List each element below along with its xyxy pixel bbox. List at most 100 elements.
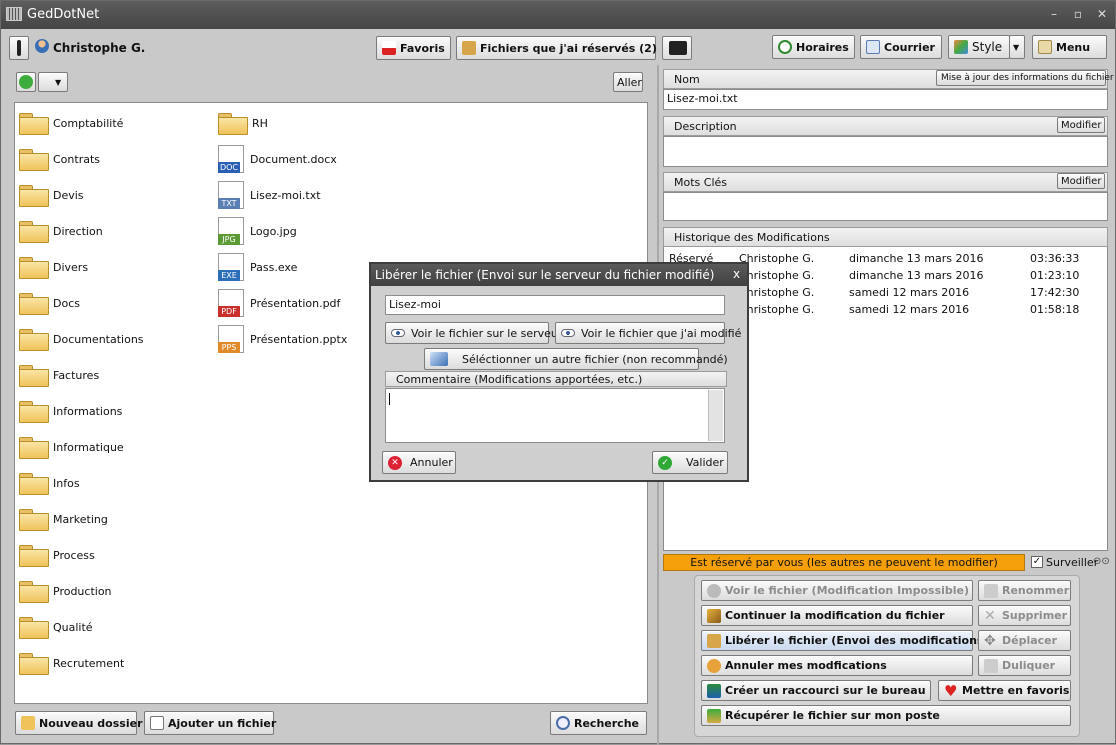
user-menu-button[interactable] (9, 36, 29, 60)
history-time: 17:42:30 (1030, 286, 1080, 299)
view-server-file-label: Voir le fichier sur le serveur (411, 326, 563, 340)
rename-icon (984, 583, 998, 598)
view-modified-file-label: Voir le fichier que j'ai modifié (581, 326, 742, 340)
create-shortcut-label: Créer un raccourci sur le bureau (725, 684, 926, 697)
keywords-label: Mots Clés (674, 176, 727, 189)
comment-textarea[interactable] (385, 388, 725, 443)
view-modified-file-button[interactable]: Voir le fichier que j'ai modifié (555, 322, 741, 344)
select-other-file-button[interactable]: Séléctionner un autre fichier (non recom… (424, 348, 728, 370)
update-info-button[interactable]: Mise à jour des informations du fichier (936, 70, 1114, 86)
path-dropdown-button[interactable]: ▼ (38, 72, 68, 92)
download-icon (707, 708, 721, 723)
minimize-icon[interactable]: – (1047, 7, 1061, 21)
dialog-close-icon[interactable]: x (733, 267, 740, 281)
file-item[interactable]: JPG Logo.jpg (218, 217, 297, 245)
rename-button[interactable]: Renommer (978, 580, 1071, 601)
download-file-button[interactable]: Récupérer le fichier sur mon poste (701, 705, 1071, 726)
duplicate-label: Duliquer (1002, 659, 1056, 672)
folder-item[interactable]: Direction (19, 220, 103, 243)
go-button[interactable]: Aller (613, 72, 643, 92)
file-item[interactable]: PDF Présentation.pdf (218, 289, 341, 317)
close-icon[interactable]: ✕ (1095, 7, 1109, 21)
continue-edit-label: Continuer la modification du fichier (725, 609, 945, 622)
lock-icon (462, 41, 476, 55)
history-time: 01:23:10 (1030, 269, 1080, 282)
search-button[interactable]: Recherche (550, 711, 647, 735)
folder-name: Marketing (53, 512, 108, 526)
description-field[interactable] (663, 136, 1108, 167)
tie-icon (17, 40, 21, 56)
edit-description-button[interactable]: Modifier (1057, 117, 1105, 133)
folder-icon (19, 185, 49, 207)
file-item[interactable]: PPS Présentation.pptx (218, 325, 347, 353)
favorites-button[interactable]: Favoris (376, 36, 451, 60)
delete-button[interactable]: ✕ Supprimer (978, 605, 1071, 626)
dialog-file-name-field[interactable]: Lisez-moi (385, 295, 725, 315)
edit-keywords-button[interactable]: Modifier (1057, 173, 1105, 189)
folder-item[interactable]: Recrutement (19, 652, 124, 675)
view-file-button[interactable]: Voir le fichier (Modification Impossible… (701, 580, 973, 601)
watch-checkbox[interactable]: ✓ (1031, 556, 1043, 568)
dialog-cancel-label: Annuler (410, 456, 453, 469)
release-file-button[interactable]: Libérer le fichier (Envoi des modificati… (701, 630, 988, 651)
file-item[interactable]: DOC Document.docx (218, 145, 337, 173)
keywords-field[interactable] (663, 192, 1108, 221)
add-file-label: Ajouter un fichier (168, 716, 277, 730)
duplicate-button[interactable]: Duliquer (978, 655, 1071, 676)
folder-item[interactable]: Divers (19, 256, 88, 279)
folder-item[interactable]: Infos (19, 472, 80, 495)
description-label: Description (674, 120, 737, 133)
continue-edit-button[interactable]: Continuer la modification du fichier (701, 605, 973, 626)
add-favorite-button[interactable]: ♥ Mettre en favoris (938, 680, 1071, 701)
folder-item[interactable]: Informatique (19, 436, 124, 459)
file-type-tag: EXE (218, 270, 240, 281)
mail-button[interactable]: Courrier (860, 35, 942, 59)
folder-item[interactable]: Marketing (19, 508, 108, 531)
comment-scrollbar[interactable] (708, 390, 723, 441)
file-type-tag: PDF (218, 306, 240, 317)
view-server-file-button[interactable]: Voir le fichier sur le serveur (385, 322, 562, 344)
desktop-shortcut-icon (707, 683, 721, 698)
dialog-cancel-button[interactable]: ✕ Annuler (382, 451, 456, 474)
add-file-icon (150, 716, 164, 730)
folder-item[interactable]: Informations (19, 400, 122, 423)
maximize-icon[interactable]: ▫ (1071, 7, 1085, 21)
folder-item[interactable]: Production (19, 580, 112, 603)
dialog-validate-button[interactable]: ✓ Valider (652, 451, 728, 474)
dialog-validate-label: Valider (686, 456, 724, 469)
cancel-changes-button[interactable]: Annuler mes modfications (701, 655, 973, 676)
folder-item[interactable]: Factures (19, 364, 99, 387)
schedule-button[interactable]: Horaires (772, 35, 855, 59)
style-button[interactable]: Style (948, 35, 1010, 59)
folder-icon (19, 329, 49, 351)
file-name: Présentation.pdf (250, 296, 341, 310)
add-file-button[interactable]: Ajouter un fichier (144, 711, 277, 735)
move-button[interactable]: ✥ Déplacer (978, 630, 1071, 651)
menu-button[interactable]: Menu (1032, 35, 1107, 59)
folder-item[interactable]: RH (218, 112, 268, 135)
folder-item[interactable]: Documentations (19, 328, 144, 351)
folder-name: Contrats (53, 152, 101, 166)
folder-item[interactable]: Comptabilité (19, 112, 123, 135)
folder-item[interactable]: Process (19, 544, 95, 567)
console-button[interactable] (662, 36, 692, 60)
refresh-button[interactable] (16, 72, 36, 92)
new-folder-button[interactable]: Nouveau dossier (15, 711, 143, 735)
folder-item[interactable]: Devis (19, 184, 84, 207)
folder-item[interactable]: Docs (19, 292, 80, 315)
file-item[interactable]: EXE Pass.exe (218, 253, 297, 281)
folder-icon (19, 545, 49, 567)
pps-file-icon: PPS (218, 325, 244, 353)
eye-icon (391, 329, 405, 337)
folder-name: Docs (53, 296, 80, 310)
reserved-files-button[interactable]: Fichiers que j'ai réservés (2) (456, 36, 657, 60)
style-dropdown-button[interactable]: ▼ (1009, 35, 1025, 59)
folder-item[interactable]: Contrats (19, 148, 101, 171)
edit-keywords-label: Modifier (1061, 175, 1102, 187)
create-shortcut-button[interactable]: Créer un raccourci sur le bureau (701, 680, 931, 701)
folder-item[interactable]: Qualité (19, 616, 93, 639)
file-name-field[interactable]: Lisez-moi.txt (663, 89, 1108, 110)
file-name: Logo.jpg (250, 224, 297, 238)
window-title: GedDotNet (27, 7, 100, 22)
file-item[interactable]: TXT Lisez-moi.txt (218, 181, 321, 209)
